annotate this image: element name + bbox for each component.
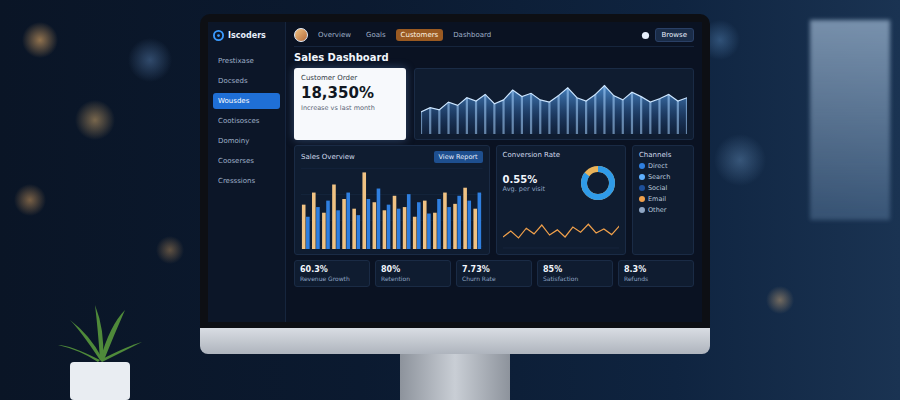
legend-panel: Channels Direct Search Social Email Other [632,145,694,255]
bell-icon[interactable] [641,31,650,40]
legend-item: Social [639,184,687,192]
main-content: Overview Goals Customers Dashboard Browse Sal… [286,22,702,322]
legend-dot [639,207,645,213]
kpi-value: 85% [543,265,607,274]
kpi-card: 60.3%Revenue Growth [294,260,370,287]
legend-dot [639,185,645,191]
kpi-card: 85%Satisfaction [537,260,613,287]
top-tab[interactable]: Goals [361,29,391,41]
top-tab[interactable]: Customers [396,29,444,41]
plant-area [0,0,200,400]
bar-chart-panel: Sales Overview View Report [294,145,490,255]
charts-row: Sales Overview View Report Conversion Rate… [294,145,694,255]
plant-icon [50,290,150,400]
monitor-stand [400,354,510,400]
panel-title: Channels [639,151,687,159]
sidebar-item[interactable]: Domoiny [213,133,280,149]
kpi-value: 7.73% [462,265,526,274]
stat-label: Customer Order [301,74,399,82]
top-tab[interactable]: Dashboard [448,29,496,41]
sidebar-item[interactable]: Prestixase [213,53,280,69]
panel-header: Sales Overview View Report [301,151,483,163]
sidebar: Iscoders Prestixase Docseds Wousdes Cootisos… [208,22,286,322]
browse-button[interactable]: Browse [655,28,695,42]
top-tab[interactable]: Overview [313,29,356,41]
sidebar-item[interactable]: Docseds [213,73,280,89]
page-title: Sales Dashboard [294,52,694,63]
kpi-label: Satisfaction [543,275,607,282]
sidebar-item[interactable]: Cresssions [213,173,280,189]
donut-label: Avg. per visit [503,185,545,193]
area-chart-panel [414,68,694,140]
legend-item: Search [639,173,687,181]
sidebar-item[interactable]: Wousdes [213,93,280,109]
logo[interactable]: Iscoders [213,30,280,41]
stat-card: Customer Order 18,350% Increase vs last mo… [294,68,406,140]
legend-dot [639,196,645,202]
legend-item: Email [639,195,687,203]
kpi-card: 7.73%Churn Rate [456,260,532,287]
kpi-label: Retention [381,275,445,282]
panel-title: Sales Overview [301,153,355,161]
line-chart [503,207,619,249]
monitor-chin [200,328,710,354]
donut-chart [577,162,619,204]
panel-title: Conversion Rate [503,151,619,159]
area-chart [421,74,687,134]
kpi-value: 60.3% [300,265,364,274]
dashboard-screen: Iscoders Prestixase Docseds Wousdes Cootisos… [208,22,702,322]
kpi-label: Refunds [624,275,688,282]
kpi-card: 80%Retention [375,260,451,287]
kpi-label: Revenue Growth [300,275,364,282]
legend-item: Other [639,206,687,214]
donut-row: 0.55%Avg. per visit [503,162,619,204]
summary-row: Customer Order 18,350% Increase vs last mo… [294,68,694,140]
stat-value: 18,350% [301,84,399,102]
donut-panel: Conversion Rate 0.55%Avg. per visit [496,145,626,255]
logo-text: Iscoders [228,31,266,40]
background-window [710,0,900,400]
kpi-card: 8.3%Refunds [618,260,694,287]
bar-chart [301,166,483,249]
avatar-icon[interactable] [294,28,308,42]
sidebar-item[interactable]: Cooserses [213,153,280,169]
kpi-label: Churn Rate [462,275,526,282]
window-light [810,20,890,220]
legend-dot [639,163,645,169]
kpi-value: 8.3% [624,265,688,274]
top-bar: Overview Goals Customers Dashboard Browse [294,28,694,47]
donut-value: 0.55% [503,174,545,185]
legend-dot [639,174,645,180]
stat-note: Increase vs last month [301,104,399,112]
report-button[interactable]: View Report [434,151,483,163]
legend-item: Direct [639,162,687,170]
sidebar-item[interactable]: Cootisosces [213,113,280,129]
logo-icon [213,30,224,41]
kpi-value: 80% [381,265,445,274]
scene: Iscoders Prestixase Docseds Wousdes Cootisos… [0,0,900,400]
monitor-bezel: Iscoders Prestixase Docseds Wousdes Cootisos… [200,14,710,328]
monitor: Iscoders Prestixase Docseds Wousdes Cootisos… [200,0,710,400]
kpi-row: 60.3%Revenue Growth80%Retention7.73%Chur… [294,260,694,287]
